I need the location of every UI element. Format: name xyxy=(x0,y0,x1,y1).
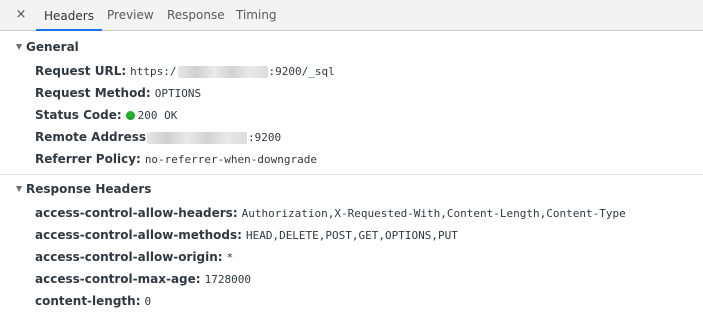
remote-address-key: Remote Address xyxy=(35,130,146,144)
response-headers-section-title: Response Headers xyxy=(26,182,152,196)
response-headers-section-header[interactable]: Response Headers xyxy=(16,180,151,198)
response-header-row: content-length: 0 xyxy=(35,292,151,310)
general-section-title: General xyxy=(26,40,79,54)
referrer-policy-row: Referrer Policy: no-referrer-when-downgra… xyxy=(35,150,317,168)
request-method-key: Request Method: xyxy=(35,86,151,100)
status-code-key: Status Code: xyxy=(35,108,122,122)
response-header-row: access-control-allow-methods: HEAD,DELETE… xyxy=(35,226,458,244)
request-method-row: Request Method: OPTIONS xyxy=(35,84,201,102)
status-code-row: Status Code: 200 OK xyxy=(35,106,177,124)
remote-address-row: Remote Address :9200 xyxy=(35,128,281,146)
referrer-policy-value: no-referrer-when-downgrade xyxy=(144,153,317,166)
devtools-tab-bar: × Headers Preview Response Timing xyxy=(0,0,703,31)
response-header-row: access-control-allow-headers: Authorizati… xyxy=(35,204,626,222)
expand-triangle-icon[interactable] xyxy=(16,44,22,50)
header-key: access-control-allow-origin: xyxy=(35,250,223,264)
request-url-value-prefix: https:/ xyxy=(130,65,177,78)
status-ok-dot-icon xyxy=(125,111,135,120)
header-value: Authorization,X-Requested-With,Content-L… xyxy=(241,207,626,220)
header-key: access-control-allow-methods: xyxy=(35,228,242,242)
remote-address-value-suffix: :9200 xyxy=(248,131,282,144)
general-section-header[interactable]: General xyxy=(16,38,79,56)
tab-headers[interactable]: Headers xyxy=(36,0,102,31)
header-value: HEAD,DELETE,POST,GET,OPTIONS,PUT xyxy=(245,229,458,242)
response-header-row: access-control-max-age: 1728000 xyxy=(35,270,251,288)
tab-response[interactable]: Response xyxy=(159,0,233,30)
header-key: access-control-max-age: xyxy=(35,272,201,286)
request-method-value: OPTIONS xyxy=(154,87,202,100)
response-header-row: access-control-allow-origin: * xyxy=(35,248,233,266)
header-value: 1728000 xyxy=(204,273,251,286)
request-url-value-suffix: :9200/_sql xyxy=(268,65,335,78)
tab-timing[interactable]: Timing xyxy=(228,0,285,30)
request-url-row: Request URL: https:/ :9200/_sql xyxy=(35,62,335,80)
request-url-key: Request URL: xyxy=(35,64,127,78)
redacted-address-blur xyxy=(147,131,247,144)
header-key: access-control-allow-headers: xyxy=(35,206,238,220)
tab-preview[interactable]: Preview xyxy=(99,0,162,30)
header-key: content-length: xyxy=(35,294,141,308)
expand-triangle-icon[interactable] xyxy=(16,186,22,192)
close-icon[interactable]: × xyxy=(14,8,28,22)
header-value: * xyxy=(226,251,234,264)
header-value: 0 xyxy=(144,295,152,308)
status-code-value: 200 OK xyxy=(137,109,178,122)
section-divider xyxy=(0,174,703,175)
redacted-host-blur xyxy=(177,65,268,78)
referrer-policy-key: Referrer Policy: xyxy=(35,152,141,166)
